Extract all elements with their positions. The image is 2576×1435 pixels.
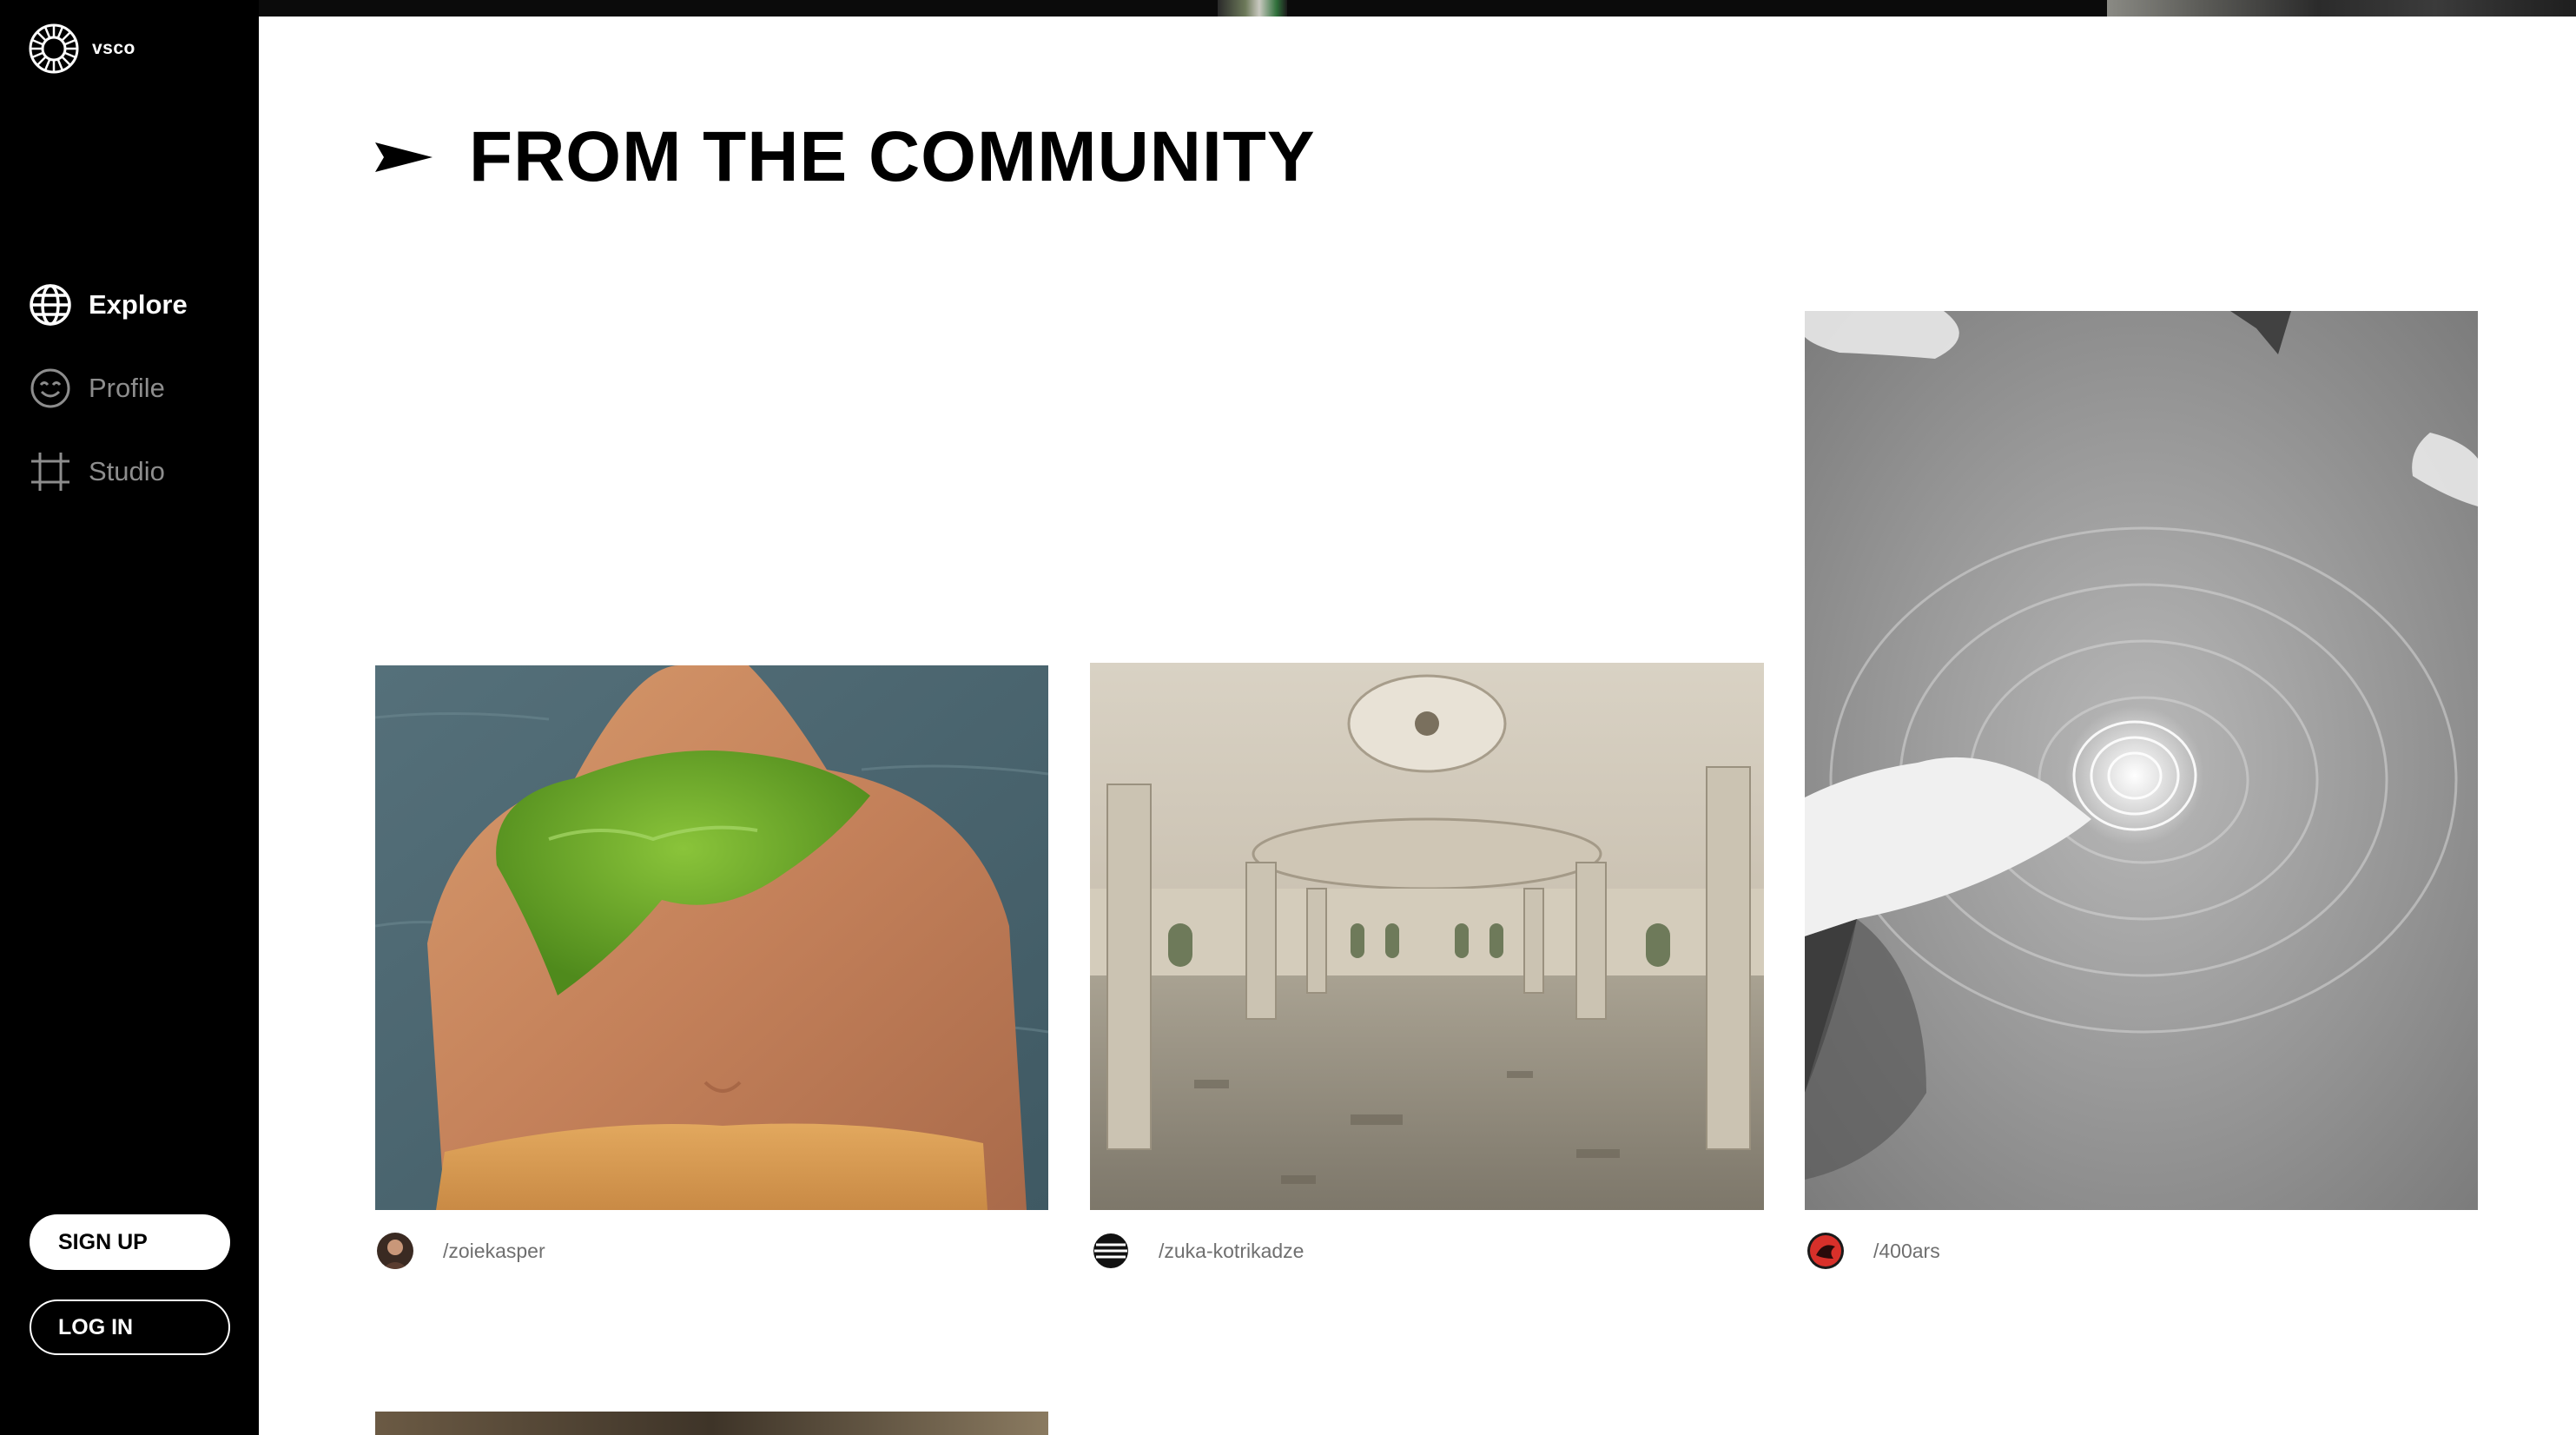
photo-image (375, 1412, 1048, 1435)
photo-image (375, 665, 1048, 1210)
sign-up-button[interactable]: SIGN UP (30, 1214, 230, 1270)
vsco-logo-icon (29, 23, 79, 74)
sidebar-item-label: Profile (89, 373, 165, 403)
sidebar-item-studio[interactable]: Studio (28, 447, 188, 496)
globe-icon (30, 284, 71, 326)
post-photo-next[interactable] (375, 1412, 1048, 1435)
sidebar-item-explore[interactable]: Explore (28, 281, 188, 329)
user-handle[interactable]: /400ars (1873, 1240, 1940, 1263)
post-credit[interactable]: /zuka-kotrikadze (1093, 1233, 1304, 1269)
post-photo-zoiekasper[interactable] (375, 665, 1048, 1210)
top-photo-strip (259, 0, 2576, 17)
page-title: FROM THE COMMUNITY (469, 117, 1316, 196)
section-heading: FROM THE COMMUNITY (375, 122, 1316, 193)
sidebar-item-profile[interactable]: Profile (28, 364, 188, 413)
post-photo-400ars[interactable] (1805, 311, 2478, 1210)
logo-text: vsco (92, 38, 135, 58)
avatar-image (1093, 1233, 1129, 1269)
avatar-image (1807, 1233, 1844, 1269)
vsco-logo[interactable]: vsco (28, 23, 135, 75)
avatar[interactable] (1807, 1233, 1844, 1269)
photo-image (1090, 663, 1764, 1210)
post-credit[interactable]: /400ars (1807, 1233, 1940, 1269)
smiley-face-icon (30, 368, 70, 408)
user-handle[interactable]: /zoiekasper (443, 1240, 545, 1263)
avatar[interactable] (1093, 1233, 1129, 1269)
post-credit[interactable]: /zoiekasper (377, 1233, 545, 1269)
sidebar-item-label: Explore (89, 289, 188, 320)
strip-photo (1218, 0, 1287, 17)
sidebar: vsco Explore Profile Studio SIGN UP LOG … (0, 0, 259, 1435)
log-in-button[interactable]: LOG IN (30, 1299, 230, 1355)
strip-photo (2107, 0, 2576, 17)
pennant-arrow-icon (375, 142, 433, 172)
post-photo-zuka-kotrikadze[interactable] (1090, 663, 1764, 1210)
photo-image (1805, 311, 2478, 1210)
avatar[interactable] (377, 1233, 413, 1269)
avatar-image (377, 1233, 413, 1269)
sidebar-nav: Explore Profile Studio (28, 281, 188, 531)
user-handle[interactable]: /zuka-kotrikadze (1159, 1240, 1304, 1263)
sidebar-item-label: Studio (89, 456, 165, 486)
crop-frame-icon (31, 453, 69, 491)
